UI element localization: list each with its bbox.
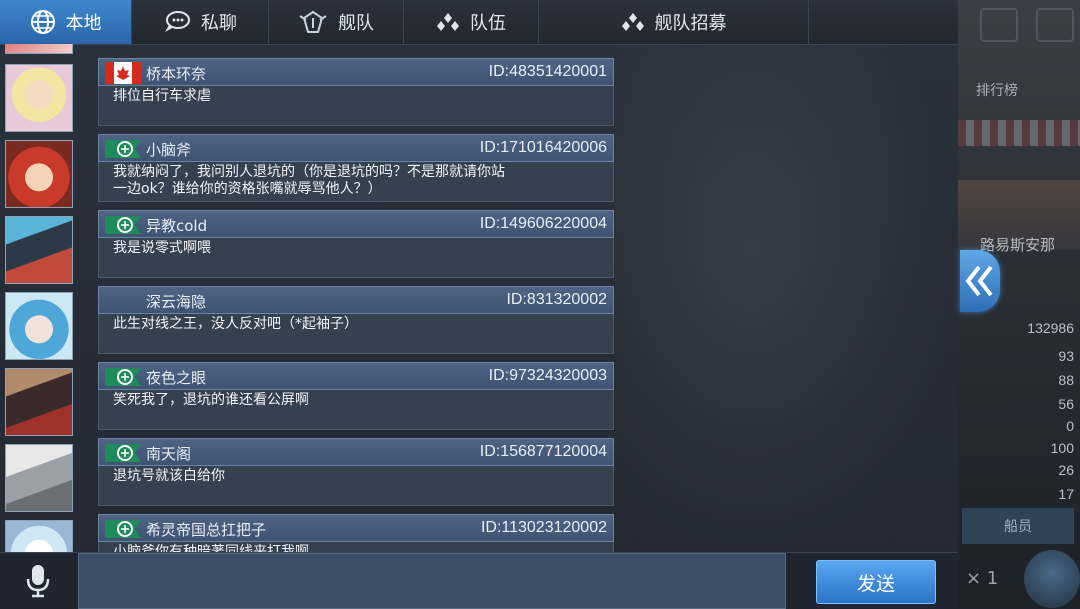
- stat-value: 17: [1058, 486, 1074, 502]
- sender-id: ID:97324320003: [488, 367, 607, 384]
- message-body: 此生对线之王，没人反对吧（*起袖子）: [98, 314, 614, 354]
- chat-message: 夜色之眼 ID:97324320003 笑死我了，退坑的谁还看公屏啊: [98, 362, 614, 430]
- chat-message: 希灵帝国总扛把子 ID:113023120002 小脑斧你有种暗著同线来打我啊: [98, 514, 614, 552]
- message-text: 我是说零式啊喂: [113, 240, 211, 256]
- message-text: 小脑斧你有种暗著同线来打我啊: [113, 544, 309, 552]
- message-body: 小脑斧你有种暗著同线来打我啊: [98, 542, 614, 552]
- guild-emblem-icon: [105, 140, 141, 158]
- sender-id: ID:48351420001: [488, 63, 607, 80]
- stat-value: 0: [1066, 418, 1074, 434]
- message-header: 深云海隐 ID:831320002: [98, 286, 614, 314]
- sender-id: ID:831320002: [506, 291, 607, 308]
- chat-message: 异教cold ID:149606220004 我是说零式啊喂: [98, 210, 614, 278]
- rank-label: 排行榜: [976, 83, 1018, 99]
- tab-label: 本地: [65, 13, 102, 34]
- chat-message: 桥本环奈 ID:48351420001 排位自行车求虐: [98, 58, 614, 126]
- ship-name: 路易斯安那: [980, 236, 1056, 254]
- globe-icon: [30, 10, 55, 34]
- tab-fleet[interactable]: 舰队: [269, 0, 404, 44]
- message-body: 笑死我了，退坑的谁还看公屏啊: [98, 390, 614, 430]
- avatar-column: [0, 44, 80, 552]
- chat-input[interactable]: [78, 553, 786, 609]
- stat-value: 26: [1058, 462, 1074, 478]
- sender-id: ID:171016420006: [479, 139, 607, 156]
- message-body: 退坑号就该白给你: [98, 466, 614, 506]
- tab-fleet-recruit[interactable]: 舰队招募: [539, 0, 809, 44]
- avatar[interactable]: [5, 140, 73, 208]
- message-text: 退坑号就该白给你: [113, 468, 225, 484]
- tab-label: 舰队: [338, 13, 374, 34]
- message-text: 此生对线之王，没人反对吧（*起袖子）: [113, 316, 358, 332]
- sender-name[interactable]: 希灵帝国总扛把子: [146, 519, 266, 540]
- avatar[interactable]: [5, 368, 73, 436]
- message-header: 小脑斧 ID:171016420006: [98, 134, 614, 162]
- sender-name[interactable]: 异教cold: [146, 215, 207, 236]
- tab-label: 舰队招募: [654, 13, 727, 34]
- canada-flag-icon: [105, 62, 141, 84]
- chat-message: 深云海隐 ID:831320002 此生对线之王，没人反对吧（*起袖子）: [98, 286, 614, 354]
- sender-id: ID:113023120002: [480, 519, 607, 536]
- anchor-icon: [1036, 8, 1074, 42]
- chat-bubble-icon: [165, 11, 190, 32]
- captain-avatar[interactable]: [1024, 550, 1080, 608]
- message-header: 希灵帝国总扛把子 ID:113023120002: [98, 514, 614, 542]
- sender-name[interactable]: 南天阁: [146, 443, 191, 464]
- stat-value: 88: [1058, 372, 1074, 388]
- power-value: 132986: [1027, 320, 1074, 336]
- message-body: 我是说零式啊喂: [98, 238, 614, 278]
- guild-emblem-icon: [105, 444, 141, 462]
- message-header: 桥本环奈 ID:48351420001: [98, 58, 614, 86]
- stat-value: 100: [1050, 440, 1074, 456]
- chat-message: 南天阁 ID:156877120004 退坑号就该白给你: [98, 438, 614, 506]
- tab-local[interactable]: 本地: [0, 0, 132, 44]
- guild-emblem-icon: [105, 368, 141, 386]
- guild-emblem-icon: [105, 520, 141, 538]
- multiplier: × 1: [966, 568, 999, 589]
- message-header: 南天阁 ID:156877120004: [98, 438, 614, 466]
- avatar[interactable]: [5, 44, 73, 54]
- message-list[interactable]: 桥本环奈 ID:48351420001 排位自行车求虐 小脑斧 ID:17101…: [98, 44, 614, 552]
- flag-stripes: [958, 120, 1080, 146]
- sender-name[interactable]: 夜色之眼: [146, 367, 206, 388]
- avatar[interactable]: [5, 216, 73, 284]
- message-body: 我就纳闷了，我问别人退坑的（你是退坑的吗？不是那就请你站 一边ok？谁给你的资格…: [98, 162, 614, 202]
- chat-tabs: 本地 私聊 舰队 队伍 舰队招募: [0, 0, 958, 45]
- crew-button[interactable]: 船员: [962, 508, 1074, 544]
- tab-label: 私聊: [201, 13, 237, 34]
- sender-id: ID:156877120004: [479, 443, 607, 460]
- message-text: 排位自行车求虐: [113, 88, 211, 104]
- collapse-chat-button[interactable]: [960, 250, 1000, 312]
- fleet-emblem-icon: [299, 10, 327, 33]
- message-body: 排位自行车求虐: [98, 86, 614, 126]
- sender-name[interactable]: 桥本环奈: [146, 63, 206, 84]
- chat-message: 小脑斧 ID:171016420006 我就纳闷了，我问别人退坑的（你是退坑的吗…: [98, 134, 614, 202]
- microphone-icon: [26, 565, 50, 598]
- avatar[interactable]: [5, 292, 73, 360]
- sender-name[interactable]: 小脑斧: [146, 139, 191, 160]
- tab-team[interactable]: 队伍: [404, 0, 539, 44]
- stat-value: 93: [1058, 348, 1074, 364]
- stat-value: 56: [1058, 396, 1074, 412]
- avatar[interactable]: [5, 520, 73, 552]
- avatar[interactable]: [5, 64, 73, 132]
- tab-label: 队伍: [470, 13, 506, 34]
- message-text: 我就纳闷了，我问别人退坑的（你是退坑的吗？不是那就请你站 一边ok？谁给你的资格…: [113, 164, 505, 197]
- message-text: 笑死我了，退坑的谁还看公屏啊: [113, 392, 309, 408]
- shop-cart-icon: [980, 8, 1018, 42]
- sender-id: ID:149606220004: [479, 215, 607, 232]
- team-dots-icon: [621, 13, 644, 31]
- ship-banner: 路易斯安那: [958, 180, 1080, 254]
- tab-private[interactable]: 私聊: [132, 0, 269, 44]
- message-header: 异教cold ID:149606220004: [98, 210, 614, 238]
- team-dots-icon: [437, 13, 459, 31]
- double-chevron-left-icon: [965, 265, 993, 297]
- message-header: 夜色之眼 ID:97324320003: [98, 362, 614, 390]
- chat-input-bar: 发送: [0, 552, 958, 609]
- send-button[interactable]: 发送: [816, 560, 936, 604]
- guild-emblem-icon: [105, 216, 141, 234]
- voice-button[interactable]: [18, 559, 58, 603]
- sender-name[interactable]: 深云海隐: [146, 291, 206, 312]
- avatar[interactable]: [5, 444, 73, 512]
